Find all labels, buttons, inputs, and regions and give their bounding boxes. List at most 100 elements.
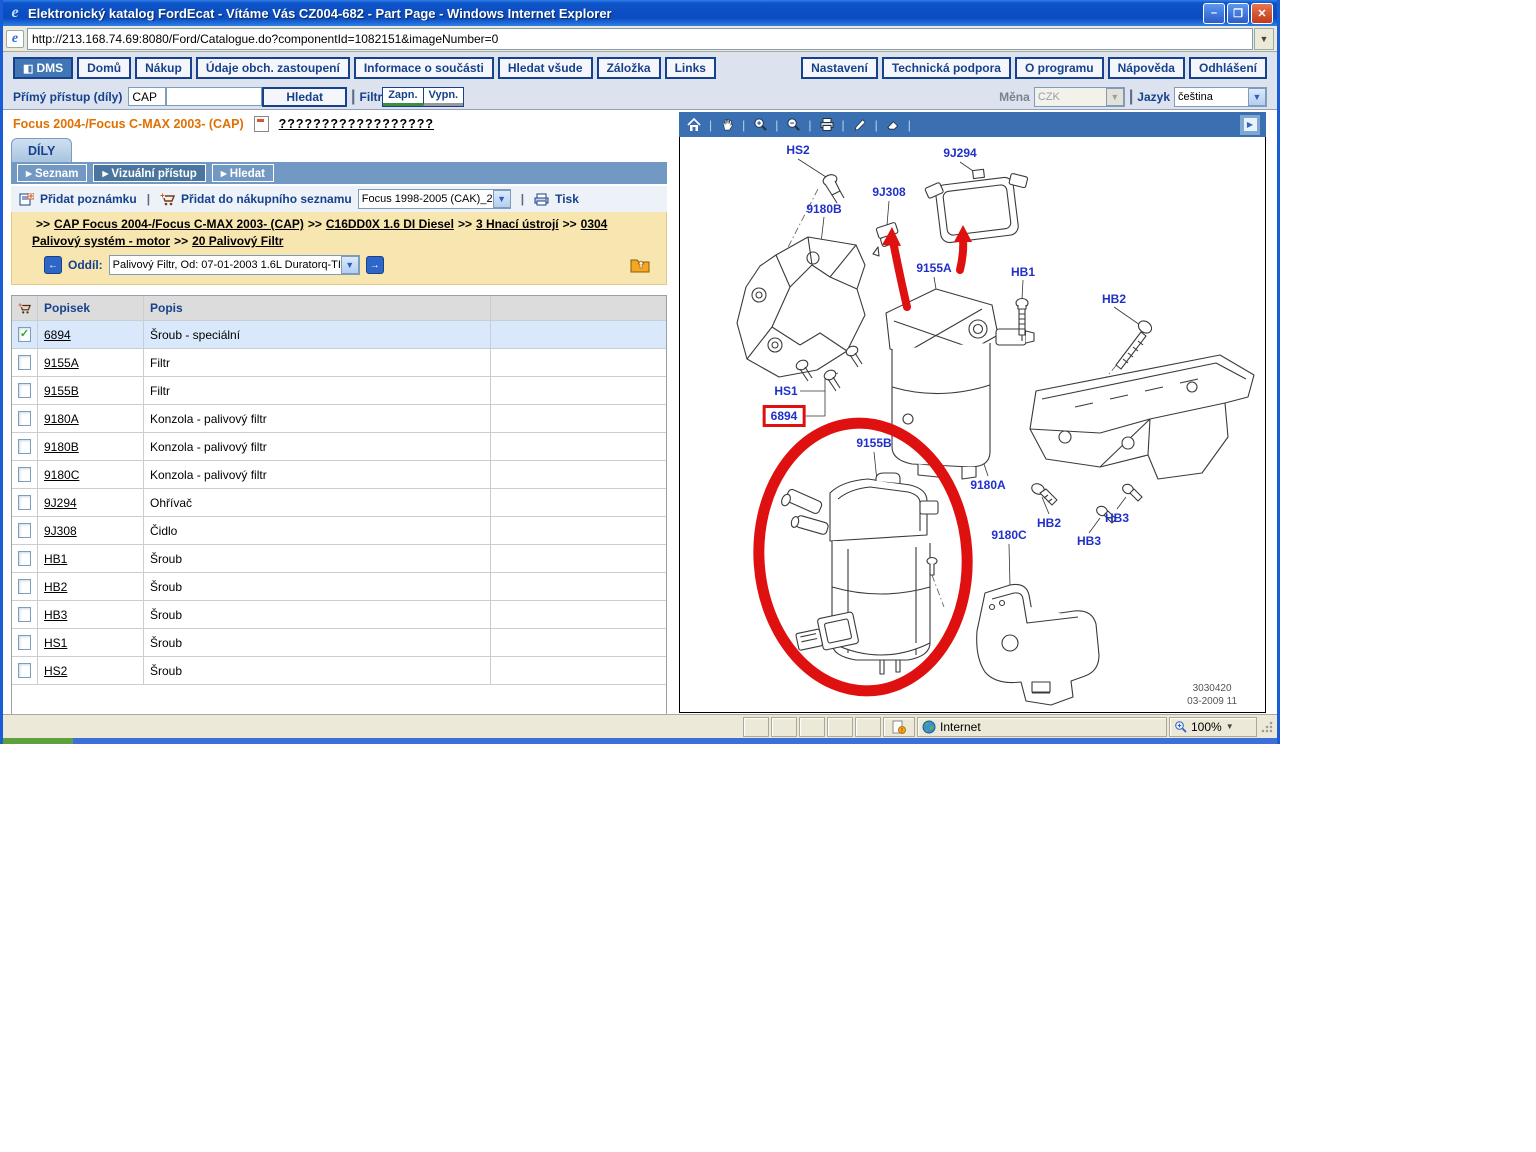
view-hledat[interactable]: Hledat	[212, 164, 274, 182]
search-button[interactable]: Hledat	[262, 87, 347, 107]
nav-domu[interactable]: Domů	[77, 57, 131, 79]
minimize-button[interactable]: –	[1203, 3, 1225, 24]
part-link-6894[interactable]: 6894	[44, 328, 71, 342]
part-link-9j308[interactable]: 9J308	[44, 524, 77, 538]
diagram-label-9180c[interactable]: 9180C	[991, 528, 1026, 542]
close-button[interactable]: ✕	[1251, 3, 1273, 24]
nav-napoveda[interactable]: Nápověda	[1108, 57, 1185, 79]
nav-links[interactable]: Links	[665, 57, 716, 79]
diagram-label-hb3[interactable]: HB3	[1105, 511, 1129, 525]
print-link[interactable]: Tisk	[555, 192, 579, 206]
next-section-button[interactable]: →	[366, 256, 384, 274]
row-checkbox-9j308[interactable]	[18, 523, 31, 538]
nav-hledat-vsude[interactable]: Hledat všude	[498, 57, 593, 79]
filter-on-button[interactable]: Zapn.	[383, 88, 422, 106]
part-link-9180a[interactable]: 9180A	[44, 412, 79, 426]
nav-dms[interactable]: DMS	[13, 57, 73, 79]
part-link-hb2[interactable]: HB2	[44, 580, 67, 594]
nav-o-programu[interactable]: O programu	[1015, 57, 1104, 79]
part-link-9155a[interactable]: 9155A	[44, 356, 79, 370]
row-checkbox-6894[interactable]: ✓	[18, 327, 31, 342]
part-link-hs1[interactable]: HS1	[44, 636, 67, 650]
pencil-icon[interactable]	[851, 116, 869, 134]
breadcrumb-link-20-palivovy-filtr[interactable]: 20 Palivový Filtr	[192, 234, 283, 248]
nav-nastaveni[interactable]: Nastavení	[801, 57, 878, 79]
diagram-label-hb1[interactable]: HB1	[1011, 265, 1035, 279]
diagram-label-9180b[interactable]: 9180B	[806, 202, 841, 216]
diagram-label-9j308[interactable]: 9J308	[872, 185, 905, 199]
row-checkbox-9180b[interactable]	[18, 439, 31, 454]
row-checkbox-hs1[interactable]	[18, 635, 31, 650]
row-checkbox-9155a[interactable]	[18, 355, 31, 370]
home-icon[interactable]	[685, 116, 703, 134]
print-icon[interactable]	[818, 116, 836, 134]
table-row-9j294: 9J294Ohřívač	[12, 489, 666, 517]
collapse-panel-button[interactable]: ▶	[1240, 115, 1260, 135]
diagram-label-hb2[interactable]: HB2	[1037, 516, 1061, 530]
document-icon[interactable]	[254, 116, 269, 132]
nav-informace-o-soucasti[interactable]: Informace o součásti	[354, 57, 494, 79]
prev-section-button[interactable]: ←	[44, 256, 62, 274]
nav-zalozka[interactable]: Záložka	[597, 57, 661, 79]
url-input[interactable]: http://213.168.74.69:8080/Ford/Catalogue…	[27, 28, 1253, 50]
code-field[interactable]: CAP	[128, 87, 166, 106]
diagram-label-9j294[interactable]: 9J294	[943, 146, 976, 160]
zoom-control[interactable]: 100% ▼	[1169, 717, 1257, 737]
nav-udaje-obch-zastoupeni[interactable]: Údaje obch. zastoupení	[196, 57, 350, 79]
resize-grip[interactable]	[1261, 721, 1273, 733]
breadcrumb-separator: >>	[174, 234, 188, 248]
row-checkbox-9155b[interactable]	[18, 383, 31, 398]
diagram-label-6894[interactable]: 6894	[763, 405, 806, 427]
eraser-icon[interactable]	[884, 116, 902, 134]
diagram-label-9155a[interactable]: 9155A	[916, 261, 951, 275]
part-link-9180b[interactable]: 9180B	[44, 440, 79, 454]
breadcrumb-link-3-hnaci-ustroji[interactable]: 3 Hnací ústrojí	[476, 217, 559, 231]
header-empty	[491, 296, 666, 320]
nav-technicka-podpora[interactable]: Technická podpora	[882, 57, 1011, 79]
filter-off-button[interactable]: Vypn.	[423, 88, 464, 106]
section-select[interactable]: Palivový Filtr, Od: 07-01-2003 1.6L Dura…	[109, 255, 360, 275]
restore-button[interactable]: ❐	[1227, 3, 1249, 24]
folder-up-icon[interactable]	[630, 257, 650, 273]
view-vizualni-pristup[interactable]: Vizuální přístup	[93, 164, 205, 182]
table-header: PopisekPopis	[12, 296, 666, 321]
part-link-hs2[interactable]: HS2	[44, 664, 67, 678]
breadcrumb-link-cap-focus-2004-focus-c-max-200[interactable]: CAP Focus 2004-/Focus C-MAX 2003- (CAP)	[54, 217, 304, 231]
view-seznam[interactable]: Seznam	[17, 164, 87, 182]
hand-icon[interactable]	[718, 116, 736, 134]
currency-select[interactable]: CZK▼	[1034, 87, 1125, 107]
diagram-label-hb2[interactable]: HB2	[1102, 292, 1126, 306]
part-link-hb3[interactable]: HB3	[44, 608, 67, 622]
tab-dily[interactable]: DÍLY	[11, 138, 72, 162]
row-checkbox-9j294[interactable]	[18, 495, 31, 510]
diagram-label-9180a[interactable]: 9180A	[970, 478, 1005, 492]
nav-odhlaseni[interactable]: Odhlášení	[1189, 57, 1267, 79]
part-search-input[interactable]	[166, 87, 262, 106]
nav-nakup[interactable]: Nákup	[135, 57, 192, 79]
shopping-list-select[interactable]: Focus 1998-2005 (CAK)_2▼	[358, 189, 511, 209]
zoom-out-icon[interactable]	[784, 116, 802, 134]
language-select[interactable]: čeština▼	[1174, 87, 1267, 107]
parts-table: PopisekPopis✓6894Šroub - speciální9155AF…	[11, 295, 667, 717]
add-note-link[interactable]: Přidat poznámku	[40, 192, 137, 206]
part-link-9180c[interactable]: 9180C	[44, 468, 79, 482]
row-checkbox-hb2[interactable]	[18, 579, 31, 594]
vehicle-model-heading: Focus 2004-/Focus C-MAX 2003- (CAP)	[13, 117, 244, 131]
diagram-label-hb3[interactable]: HB3	[1077, 534, 1101, 548]
row-checkbox-hb3[interactable]	[18, 607, 31, 622]
url-dropdown-button[interactable]: ▼	[1254, 28, 1274, 50]
part-link-hb1[interactable]: HB1	[44, 552, 67, 566]
diagram-label-hs1[interactable]: HS1	[774, 384, 797, 398]
diagram-label-9155b[interactable]: 9155B	[856, 436, 891, 450]
part-link-9j294[interactable]: 9J294	[44, 496, 77, 510]
part-link-9155b[interactable]: 9155B	[44, 384, 79, 398]
row-checkbox-hb1[interactable]	[18, 551, 31, 566]
add-to-shopping-list-link[interactable]: Přidat do nákupního seznamu	[181, 192, 352, 206]
zoom-in-icon[interactable]	[751, 116, 769, 134]
diagram-label-hs2[interactable]: HS2	[786, 143, 809, 157]
row-checkbox-9180c[interactable]	[18, 467, 31, 482]
row-checkbox-9180a[interactable]	[18, 411, 31, 426]
row-checkbox-hs2[interactable]	[18, 663, 31, 678]
unknown-link[interactable]: ??????????????????	[279, 117, 434, 131]
breadcrumb-link-c16dd0x-1-6-di-diesel[interactable]: C16DD0X 1.6 DI Diesel	[326, 217, 454, 231]
